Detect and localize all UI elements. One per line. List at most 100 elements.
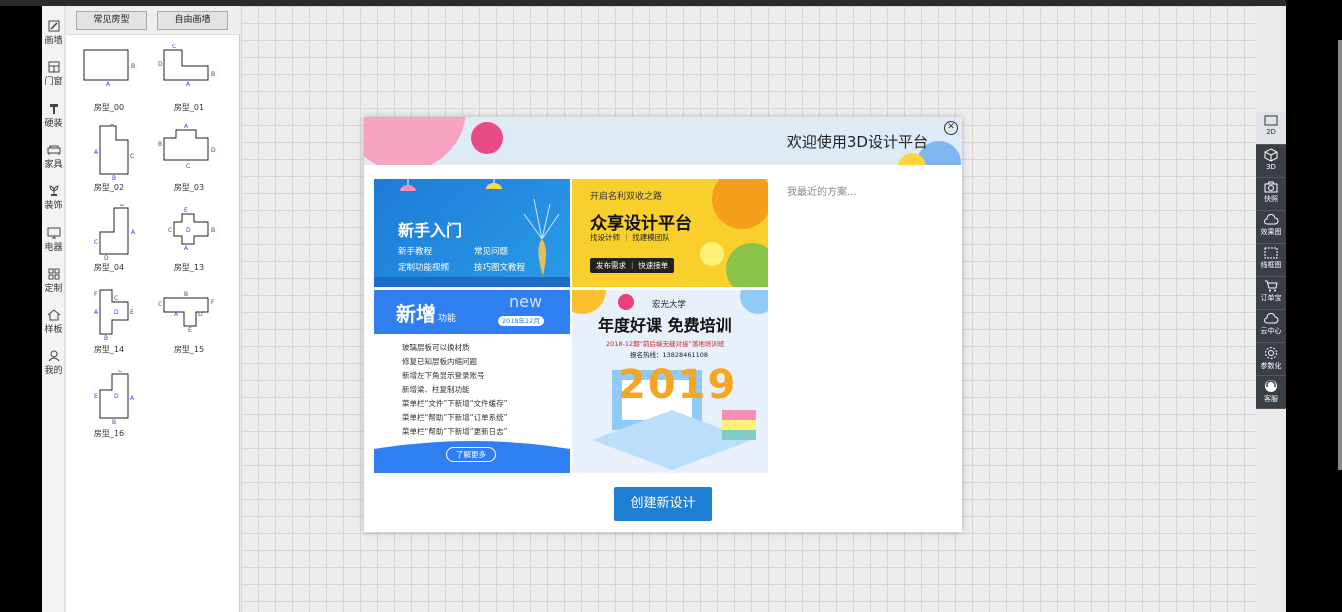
room-label: 房型_04 [93,263,125,272]
room-card[interactable]: AB 房型_00 [74,44,144,122]
room-card[interactable]: E B C D A 房型_13 [154,204,224,282]
customer-service-button[interactable]: 客服 [1256,376,1286,409]
wireframe-button[interactable]: 线框图 [1256,244,1286,277]
svg-text:C: C [158,301,162,308]
room-card[interactable]: B A C D 房型_04 [74,204,144,282]
left-toolbar-label: 家具 [44,160,63,170]
card4-line1: 2018-12期“前后端无缝对接”落地培训班 [606,340,725,348]
share-platform-card[interactable]: 开启名利双收之路 众享设计平台 找设计师 ｜ 找建模团队 发布需求 ｜ 快速接单 [572,179,768,287]
svg-text:C: C [114,295,118,302]
room-shape: F C A D E B [94,289,134,342]
parametric-button[interactable]: 参数化 [1256,343,1286,376]
create-design-button[interactable]: 创建新设计 [614,487,712,521]
render-button[interactable]: 效果图 [1256,211,1286,244]
right-toolbar: 2D 3D 快照 效果图 线框图 订单宝 云中心 参数化 客服 [1256,112,1286,409]
svg-text:C: C [130,153,134,160]
draw-wall-tool[interactable]: 画墙 [42,20,65,46]
view-2d-button[interactable]: 2D [1256,112,1286,145]
svg-text:B: B [112,175,116,180]
hard-decor-tool[interactable]: 硬装 [42,103,65,129]
template-tool[interactable]: 样板 [42,309,65,335]
card4-line2: 报名热线：13828461108 [630,351,708,359]
scrollbar[interactable] [1338,40,1342,470]
left-toolbar-label: 定制 [44,284,63,294]
cloud-render-icon [1264,214,1279,225]
right-toolbar-label: 线框图 [1260,261,1282,269]
tab-common-rooms[interactable]: 常见房型 [76,11,147,30]
beginner-guide-card[interactable]: 新手入门 新手教程 常见问题 定制功能视频 技巧图文教程 [374,179,570,287]
svg-text:A: A [130,395,135,402]
card2-pill[interactable]: 发布需求 ｜ 快速接单 [590,258,675,273]
room-card[interactable]: A C D B 房型_02 [74,124,144,202]
svg-text:C: C [118,370,122,374]
appliance-tool[interactable]: 电器 [42,227,65,253]
svg-text:A: A [184,245,189,252]
svg-text:B: B [211,227,215,234]
order-button[interactable]: 订单宝 [1256,277,1286,310]
pencil-icon [48,20,59,32]
sofa-icon [47,145,60,155]
card3-title-suffix: 功能 [438,314,457,324]
panel-header: 常见房型 自由画墙 [66,6,240,35]
svg-text:A: A [131,229,136,236]
my-tool[interactable]: 我的 [42,350,65,376]
card3-item: 新增梁、柱复制功能 [402,385,470,394]
card1-title: 新手入门 [398,221,463,240]
snapshot-button[interactable]: 快照 [1256,178,1286,211]
room-card[interactable]: A B D C 房型_03 [154,124,224,202]
house-icon [47,309,60,321]
card2-subtitle: 找设计师 ｜ 找建模团队 [590,233,670,242]
training-course-card[interactable]: 宏光大学 年度好课 免费培训 2018-12期“前后端无缝对接”落地培训班 报名… [572,290,768,473]
close-icon: ✕ [947,122,955,132]
svg-text:D: D [104,255,109,260]
card4-school: 宏光大学 [652,300,687,310]
custom-tool[interactable]: 定制 [42,268,65,294]
card4-year: 2019 [618,362,738,408]
learn-more-button[interactable]: 了解更多 [446,447,496,462]
card4-title: 年度好课 免费培训 [598,316,732,335]
card3-item: 菜单栏“文件”下新增“文件缓存” [402,399,508,408]
card1-link[interactable]: 定制功能视频 [398,261,449,273]
close-button[interactable]: ✕ [944,121,958,135]
paint-roller-icon [49,104,58,114]
cloud-center-button[interactable]: 云中心 [1256,310,1286,343]
door-window-tool[interactable]: 门窗 [42,61,65,87]
svg-text:E: E [94,393,98,400]
app-window: 画墙 门窗 硬装 家具 装饰 电器 定制 样板 我的 常见房型 自由画墙 A B… [42,6,1286,612]
svg-text:C: C [172,44,176,50]
room-shape: A C D B [94,124,134,180]
svg-text:D: D [114,309,119,316]
welcome-dialog: 欢迎使用3D设计平台 ✕ 新手入门 新手教程 常见问题 定制功能视频 技巧图文教… [364,117,962,532]
furniture-tool[interactable]: 家具 [42,144,65,170]
left-toolbar-label: 硬装 [44,119,63,129]
room-card[interactable]: C E D A B 房型_16 [74,370,144,448]
room-shape: B A C D [94,204,136,260]
svg-text:F: F [211,299,215,306]
card1-link[interactable]: 常见问题 [474,245,508,257]
tab-free-wall[interactable]: 自由画墙 [157,11,228,30]
card3-item: 新增左下角显示登录账号 [402,371,485,380]
card3-item: 菜单栏“帮助”下新增“订单系统” [402,413,508,422]
room-card[interactable]: C D A B 房型_01 [154,44,224,122]
svg-text:A: A [94,149,99,156]
room-card[interactable]: BCFDAE 房型_15 [154,286,224,364]
grid-icon [48,268,59,280]
svg-text:E: E [184,207,188,214]
card1-link[interactable]: 新手教程 [398,245,432,257]
card2-title: 众享设计平台 [590,214,692,234]
settings-icon [1265,347,1277,359]
room-shape: AB [83,49,135,88]
card1-link[interactable]: 技巧图文教程 [474,261,525,273]
room-label: 房型_14 [93,345,125,354]
room-label: 房型_15 [173,345,205,354]
new-features-card[interactable]: 新增 功能 new 2018年12月 玻璃层板可以换材质 修复已知层板内缩问题 新… [374,290,570,473]
decoration-tool[interactable]: 装饰 [42,185,65,211]
room-label: 房型_16 [93,429,125,438]
room-card[interactable]: F C A D E B 房型_14 [74,286,144,364]
left-toolbar-label: 画墙 [44,36,63,46]
right-toolbar-label: 客服 [1264,395,1278,403]
monitor-icon [47,227,60,239]
right-toolbar-label: 订单宝 [1260,294,1282,302]
room-shape: C E D A B [94,370,135,426]
view-3d-button[interactable]: 3D [1256,145,1286,178]
